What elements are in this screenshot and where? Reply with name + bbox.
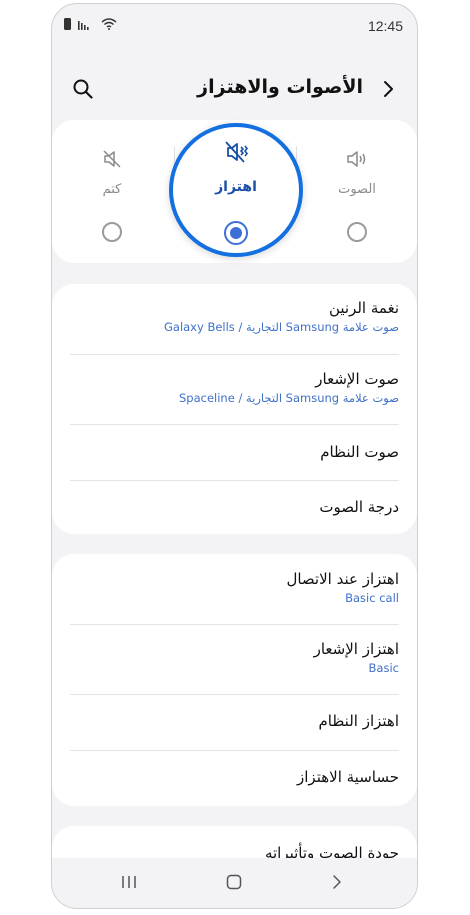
battery-icon	[64, 18, 71, 30]
notification-sound-title: صوت الإشعار	[315, 370, 399, 388]
notification-vibration-title: اهتزاز الإشعار	[313, 640, 399, 658]
mode-mute-label: كتم	[102, 182, 122, 197]
mode-sound-radio[interactable]	[347, 222, 367, 242]
signal-icon	[78, 21, 89, 30]
status-time: 12:45	[367, 18, 403, 34]
status-bar: 12:45	[52, 4, 417, 46]
list-item-notification-sound[interactable]: صوت الإشعار صوت علامة Samsung التجارية /…	[70, 355, 399, 425]
mode-mute-radio[interactable]	[102, 222, 122, 242]
ringtone-value: صوت علامة Samsung التجارية / Galaxy Bell…	[163, 320, 399, 334]
mode-vibrate-radio[interactable]	[224, 221, 248, 245]
home-icon[interactable]	[225, 874, 243, 890]
mode-sound[interactable]: الصوت	[297, 120, 417, 263]
notification-sound-value: صوت علامة Samsung التجارية / Spaceline	[179, 391, 399, 405]
vibration-intensity-title: حساسية الاهتزاز	[297, 768, 399, 786]
notification-vibration-value: Basic	[368, 661, 399, 675]
app-header: الأصوات والاهتزاز	[52, 64, 417, 114]
call-vibration-value: Basic call	[345, 591, 399, 605]
back-icon[interactable]	[381, 79, 395, 99]
list-item-volume[interactable]: درجة الصوت	[70, 481, 399, 534]
mode-mute[interactable]: كتم	[52, 120, 172, 263]
list-item-system-sound[interactable]: صوت النظام	[70, 425, 399, 481]
system-sound-title: صوت النظام	[320, 443, 399, 461]
wifi-icon	[101, 18, 117, 30]
recent-apps-icon[interactable]	[120, 874, 138, 890]
ringtone-title: نغمة الرنين	[328, 299, 399, 317]
sound-settings-group: نغمة الرنين صوت علامة Samsung التجارية /…	[52, 284, 417, 534]
list-item-call-vibration[interactable]: اهتزاز عند الاتصال Basic call	[70, 554, 399, 625]
call-vibration-title: اهتزاز عند الاتصال	[286, 570, 399, 588]
page-title: الأصوات والاهتزاز	[197, 76, 363, 98]
list-item-system-vibration[interactable]: اهتزاز النظام	[70, 695, 399, 751]
mute-icon	[103, 150, 121, 168]
list-item-ringtone[interactable]: نغمة الرنين صوت علامة Samsung التجارية /…	[70, 284, 399, 355]
phone-frame: 12:45 الأصوات والاهتزاز كتم الصوت اهتزاز…	[51, 3, 418, 909]
system-vibration-title: اهتزاز النظام	[318, 712, 400, 730]
vibrate-mode-highlight[interactable]: اهتزاز	[169, 123, 303, 257]
search-icon[interactable]	[72, 78, 94, 100]
vibration-settings-group: اهتزاز عند الاتصال Basic call اهتزاز الإ…	[52, 554, 417, 806]
mode-sound-label: الصوت	[338, 182, 376, 197]
navigation-bar	[52, 858, 417, 908]
speaker-icon	[347, 151, 366, 167]
mode-vibrate-label: اهتزاز	[215, 179, 257, 195]
vibrate-mute-icon	[225, 141, 249, 163]
list-item-notification-vibration[interactable]: اهتزاز الإشعار Basic	[70, 625, 399, 695]
list-item-vibration-intensity[interactable]: حساسية الاهتزاز	[70, 751, 399, 806]
back-nav-icon[interactable]	[330, 874, 344, 890]
status-icons	[64, 18, 117, 30]
volume-title: درجة الصوت	[319, 498, 399, 516]
